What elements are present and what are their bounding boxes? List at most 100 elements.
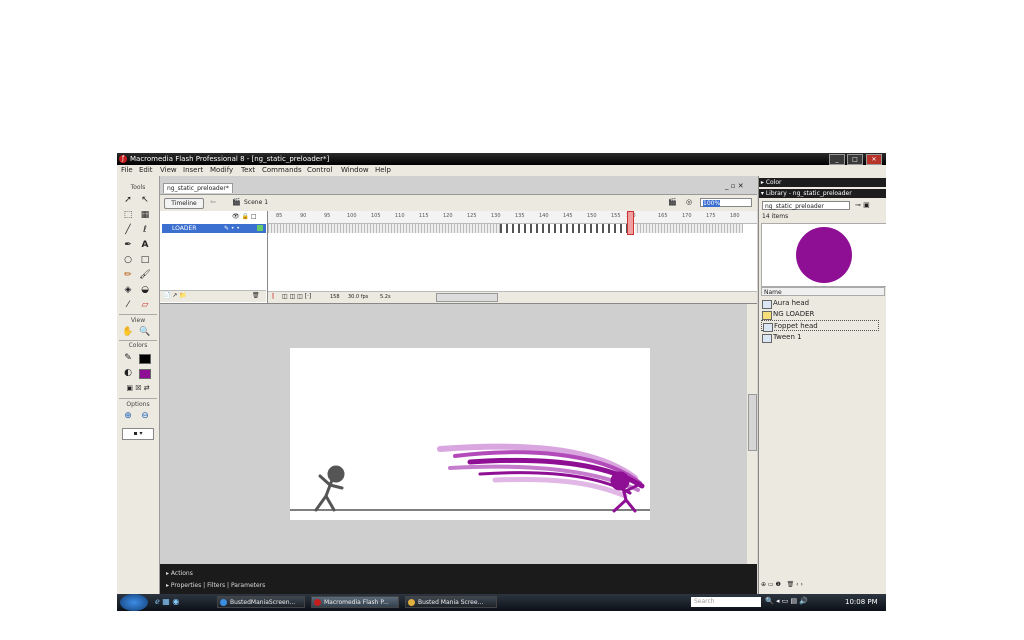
fill-color-icon[interactable]: ◐ [122,367,134,379]
eyedropper-icon[interactable]: ⁄ [122,299,134,311]
option-dropdown[interactable]: ▪ ▾ [122,428,154,440]
library-name-header[interactable]: Name [761,287,885,296]
free-transform-icon[interactable]: ⬚ [122,209,134,221]
items-count: 14 items [762,213,789,220]
quick-launch-icons[interactable]: ℯ ▦ ◉ [155,597,179,606]
maximize-button[interactable]: □ [847,154,863,165]
frame-ruler[interactable]: 85 90 95 100 105 110 115 120 125 130 135… [268,211,757,224]
close-button[interactable]: ✕ [866,154,882,165]
menu-window[interactable]: Window [341,166,369,174]
library-item[interactable]: Tween 1 [761,332,879,343]
fill-color-swatch[interactable] [139,369,151,379]
clock[interactable]: 10:08 PM [845,594,878,611]
back-arrow-icon[interactable]: ⇦ [210,198,216,206]
oval-icon[interactable]: ○ [122,254,134,266]
taskbar-button-screen[interactable]: BustedManiaScreen... [217,596,305,608]
paint-bucket-icon[interactable]: ◒ [139,284,151,296]
brush-icon[interactable]: 🖌 [139,269,151,281]
ruler-tick: 105 [371,213,381,219]
gradient-transform-icon[interactable]: ▦ [139,209,151,221]
library-item[interactable]: Aura head [761,298,879,309]
taskbar-button-mania[interactable]: Busted Mania Scree... [405,596,497,608]
options-header: Options [126,401,150,408]
menu-commands[interactable]: Commands [262,166,302,174]
parameters-tab[interactable]: Parameters [231,582,265,589]
properties-panel-header[interactable]: ▸ Properties | Filters | Parameters [166,582,265,589]
pin-icon[interactable]: ⊸ ▣ [855,201,870,209]
pencil-icon: ✎ • • [224,225,240,232]
document-tab[interactable]: ng_static_preloader* [163,183,233,193]
playhead[interactable] [627,211,634,235]
vertical-scroll-thumb[interactable] [748,394,757,451]
library-item[interactable]: Foppet head [761,320,879,332]
graphic-symbol-icon [763,323,773,332]
menu-file[interactable]: File [121,166,133,174]
minimize-button[interactable]: _ [829,154,845,165]
zoom-select[interactable]: 100% [700,198,752,207]
menu-help[interactable]: Help [375,166,391,174]
hand-icon[interactable]: ✋ [122,326,134,338]
stroke-color-swatch[interactable] [139,354,151,364]
taskbar-button-flash[interactable]: Macromedia Flash P... [311,596,399,608]
zoom-icon[interactable]: 🔍 [139,326,151,338]
start-button[interactable] [120,594,148,611]
taskbar-button-label: Macromedia Flash P... [324,599,389,606]
stroke-color-icon[interactable]: ✎ [122,352,134,364]
menu-text[interactable]: Text [241,166,255,174]
menu-insert[interactable]: Insert [183,166,203,174]
stage[interactable] [290,348,650,520]
ruler-tick: 110 [395,213,405,219]
edit-symbol-icon[interactable]: ◎ [686,198,692,206]
menu-edit[interactable]: Edit [139,166,153,174]
timeline-scroll-thumb[interactable] [436,293,498,302]
subselect-icon[interactable]: ↖ [139,194,151,206]
arrow-icon[interactable]: ➚ [122,194,134,206]
add-layer-icon[interactable]: 📄 ↗ 📁 [163,292,187,299]
lasso-icon[interactable]: ℓ [139,224,151,236]
layer-row-loader[interactable]: LOADER ✎ • • [162,224,266,233]
library-item[interactable]: NG LOADER [761,309,879,320]
color-panel-header[interactable]: ▸ Color [759,178,886,187]
properties-tab[interactable]: Properties [171,582,201,589]
zoom-in-icon[interactable]: ⊕ [122,410,134,422]
tray-icons[interactable]: 🔍 ◂ ▭ ▤ 🔊 [765,597,808,605]
timeline-panel: 👁 🔒 □ LOADER ✎ • • 📄 ↗ 📁 🗑 85 90 95 100 … [160,211,757,304]
pencil-icon[interactable]: ✏ [122,269,134,281]
keyframes-track[interactable] [500,224,635,233]
text-icon[interactable]: A [139,239,151,251]
line-icon[interactable]: ╱ [122,224,134,236]
ink-bottle-icon[interactable]: ◈ [122,284,134,296]
ruler-tick: 95 [324,213,331,219]
stage-vertical-scrollbar[interactable] [747,304,757,586]
swap-colors-icon[interactable]: ▣ ☒ ⇄ [121,382,155,394]
timeline-button[interactable]: Timeline [164,198,204,209]
layer-toggle-icons[interactable]: 👁 🔒 □ [232,213,257,220]
trash-icon[interactable]: 🗑 [252,292,260,299]
ruler-tick: 130 [491,213,501,219]
menu-control[interactable]: Control [307,166,332,174]
doc-window-controls[interactable]: _ ▫ ✕ [725,182,744,190]
menu-view[interactable]: View [160,166,177,174]
library-footer-icons[interactable]: ⊕ ▭ ❶ 🗑 ‹ › [761,581,803,588]
taskbar-button-label: BustedManiaScreen... [230,599,296,606]
layer-column: 👁 🔒 □ LOADER ✎ • • 📄 ↗ 📁 🗑 [160,211,268,303]
color-title: Color [765,179,782,186]
onion-skin-icons[interactable]: ◫ ◫ ◫ [·] [282,293,311,300]
rectangle-icon[interactable]: □ [139,254,151,266]
center-frame-icon[interactable]: ⫿ [272,293,274,301]
library-item-label: Foppet head [774,322,818,330]
menu-modify[interactable]: Modify [210,166,233,174]
filters-tab[interactable]: Filters [207,582,225,589]
ruler-tick: 100 [347,213,357,219]
actions-panel-header[interactable]: ▸ Actions [166,570,193,577]
ruler-tick: 90 [300,213,307,219]
edit-scene-icon[interactable]: 🎬 [668,198,677,206]
taskbar-search[interactable]: Search [691,597,761,607]
library-panel-header[interactable]: ▾ Library - ng_static_preloader [759,189,886,198]
zoom-value: 100% [703,200,721,207]
grey-stick-figure [314,465,345,512]
library-select[interactable]: ng_static_preloader [762,201,850,210]
eraser-icon[interactable]: ▱ [139,299,151,311]
zoom-out-icon[interactable]: ⊖ [139,410,151,422]
pen-icon[interactable]: ✒ [122,239,134,251]
